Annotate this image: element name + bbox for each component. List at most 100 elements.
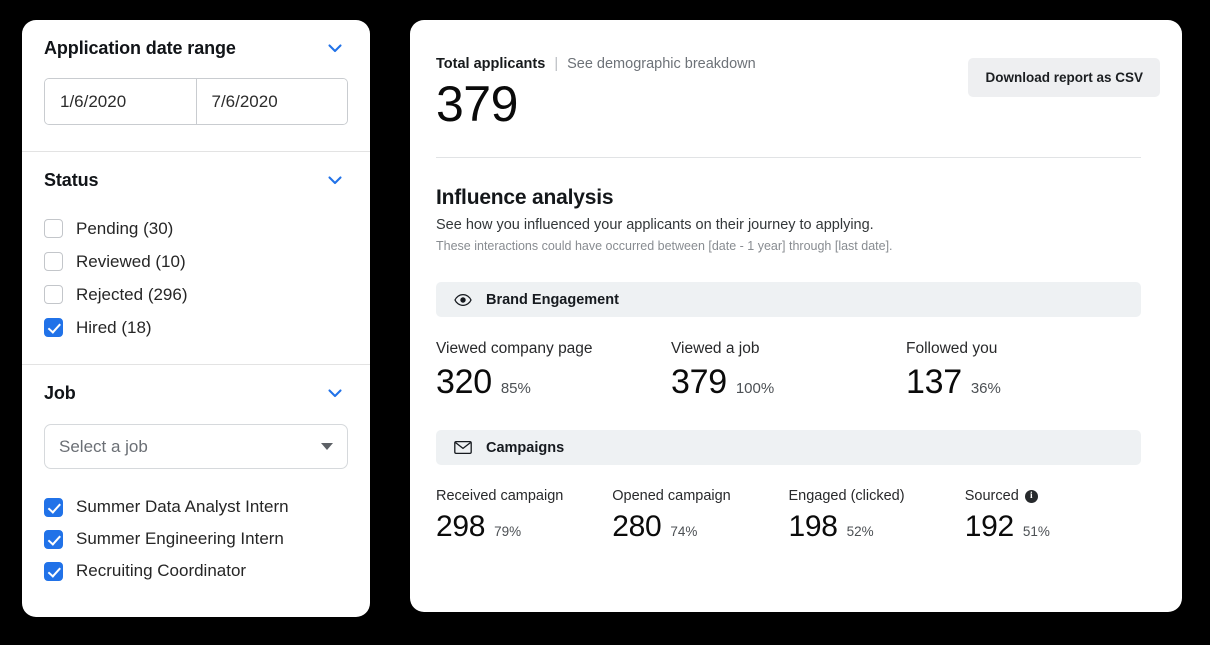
status-option-pending[interactable]: Pending (30) <box>44 212 348 245</box>
section-title-campaigns: Campaigns <box>486 439 565 456</box>
stat-values: 137 36% <box>906 363 1141 401</box>
stat-percent: 52% <box>846 524 874 540</box>
filters-panel: Application date range Status <box>22 20 370 617</box>
job-option-list: Summer Data Analyst Intern Summer Engine… <box>22 491 370 597</box>
job-option-label: Summer Data Analyst Intern <box>76 497 289 516</box>
total-applicants-header: Total applicants | See demographic break… <box>436 54 1160 132</box>
checkbox-checked-icon[interactable] <box>44 318 63 337</box>
job-option-summer-engineering-intern[interactable]: Summer Engineering Intern <box>44 523 348 555</box>
status-title: Status <box>44 169 99 190</box>
app-root: Application date range Status <box>0 0 1210 645</box>
demographic-breakdown-link[interactable]: See demographic breakdown <box>567 56 756 72</box>
date-range-inputs <box>44 78 348 125</box>
job-header: Job <box>44 365 348 421</box>
status-option-list: Pending (30) Reviewed (10) Rejected (296… <box>44 208 348 364</box>
stat-label: Opened campaign <box>612 488 731 505</box>
stat-sourced: Sourced i 192 51% <box>965 488 1141 543</box>
status-option-label: Reviewed (10) <box>76 251 186 271</box>
download-csv-button[interactable]: Download report as CSV <box>968 58 1160 97</box>
stat-value: 320 <box>436 363 492 401</box>
job-option-label: Recruiting Coordinator <box>76 561 247 580</box>
date-range-collapse-toggle[interactable] <box>322 35 348 61</box>
stat-label: Received campaign <box>436 488 564 505</box>
stat-value: 137 <box>906 363 962 401</box>
stat-values: 298 79% <box>436 510 612 543</box>
stat-percent: 79% <box>494 524 522 540</box>
section-header-campaigns: Campaigns <box>436 430 1141 466</box>
job-collapse-toggle[interactable] <box>322 380 348 406</box>
status-option-label: Hired (18) <box>76 317 152 337</box>
chevron-down-icon <box>325 38 345 58</box>
influence-analysis-title: Influence analysis <box>436 186 614 209</box>
date-range-start-input[interactable] <box>45 79 196 124</box>
date-range-end-input[interactable] <box>195 79 347 124</box>
stat-values: 198 52% <box>789 510 965 543</box>
status-option-reviewed[interactable]: Reviewed (10) <box>44 245 348 278</box>
checkbox-checked-icon[interactable] <box>44 529 63 549</box>
influence-analysis-subtitle: See how you influenced your applicants o… <box>436 217 874 233</box>
job-option-summer-data-analyst-intern[interactable]: Summer Data Analyst Intern <box>44 491 348 523</box>
stat-value: 379 <box>671 363 727 401</box>
stat-percent: 36% <box>970 380 1001 397</box>
stat-label: Engaged (clicked) <box>788 488 905 505</box>
stat-value: 192 <box>964 510 1014 544</box>
status-option-label: Rejected (296) <box>76 284 188 304</box>
eye-icon <box>453 290 472 309</box>
report-panel: Total applicants | See demographic break… <box>410 20 1182 612</box>
total-applicants-block: Total applicants | See demographic break… <box>436 54 756 132</box>
job-option-recruiting-coordinator[interactable]: Recruiting Coordinator <box>44 555 348 587</box>
stat-viewed-a-job: Viewed a job 379 100% <box>671 340 906 401</box>
status-option-hired[interactable]: Hired (18) <box>44 311 348 344</box>
date-range-title: Application date range <box>44 37 236 58</box>
section-title-brand-engagement: Brand Engagement <box>486 291 619 308</box>
caret-down-icon <box>321 443 333 450</box>
stats-row-campaigns: Received campaign 298 79% Opened campaig… <box>436 488 1160 543</box>
stat-opened-campaign: Opened campaign 280 74% <box>612 488 788 543</box>
checkbox-checked-icon[interactable] <box>44 561 63 581</box>
stat-label: Sourced <box>964 488 1019 505</box>
checkbox-unchecked-icon[interactable] <box>44 285 63 304</box>
checkbox-unchecked-icon[interactable] <box>44 219 63 238</box>
stat-engaged-clicked: Engaged (clicked) 198 52% <box>789 488 965 543</box>
influence-analysis-section: Influence analysis See how you influence… <box>436 158 1160 253</box>
status-collapse-toggle[interactable] <box>322 167 348 193</box>
stat-label-wrapper: Sourced i <box>965 488 1141 504</box>
stat-label: Followed you <box>906 340 998 357</box>
job-title: Job <box>44 382 76 403</box>
stat-value: 198 <box>788 510 838 544</box>
info-icon[interactable]: i <box>1024 489 1038 503</box>
job-select-placeholder: Select a job <box>59 436 148 456</box>
stat-label: Viewed company page <box>436 340 593 357</box>
chevron-down-icon <box>325 170 345 190</box>
stats-row-brand-engagement: Viewed company page 320 85% Viewed a job… <box>436 340 1160 401</box>
stat-values: 379 100% <box>671 363 906 401</box>
stat-value: 280 <box>612 510 662 544</box>
caption-separator: | <box>554 56 559 72</box>
stat-values: 192 51% <box>965 510 1141 543</box>
envelope-icon <box>453 438 472 457</box>
status-header: Status <box>44 152 348 208</box>
checkbox-checked-icon[interactable] <box>44 497 63 517</box>
job-select[interactable]: Select a job <box>44 424 348 469</box>
stat-values: 320 85% <box>436 363 671 401</box>
checkbox-unchecked-icon[interactable] <box>44 252 63 271</box>
stat-values: 280 74% <box>612 510 788 543</box>
job-option-label: Summer Engineering Intern <box>76 529 284 548</box>
stat-percent: 51% <box>1022 524 1050 540</box>
stat-received-campaign: Received campaign 298 79% <box>436 488 612 543</box>
total-applicants-caption: Total applicants | See demographic break… <box>436 56 756 72</box>
stat-percent: 85% <box>500 380 531 397</box>
stat-viewed-company-page: Viewed company page 320 85% <box>436 340 671 401</box>
filter-section-date-range: Application date range <box>22 20 370 125</box>
influence-analysis-note: These interactions could have occurred b… <box>436 239 893 253</box>
status-option-rejected[interactable]: Rejected (296) <box>44 278 348 311</box>
chevron-down-icon <box>325 383 345 403</box>
report-content: Total applicants | See demographic break… <box>410 20 1182 543</box>
stat-percent: 74% <box>670 524 698 540</box>
total-applicants-label: Total applicants <box>436 56 546 72</box>
filter-section-job: Job <box>22 365 370 421</box>
stat-label: Viewed a job <box>671 340 760 357</box>
status-option-label: Pending (30) <box>76 218 174 238</box>
section-header-brand-engagement: Brand Engagement <box>436 282 1141 317</box>
date-range-header: Application date range <box>44 20 348 76</box>
